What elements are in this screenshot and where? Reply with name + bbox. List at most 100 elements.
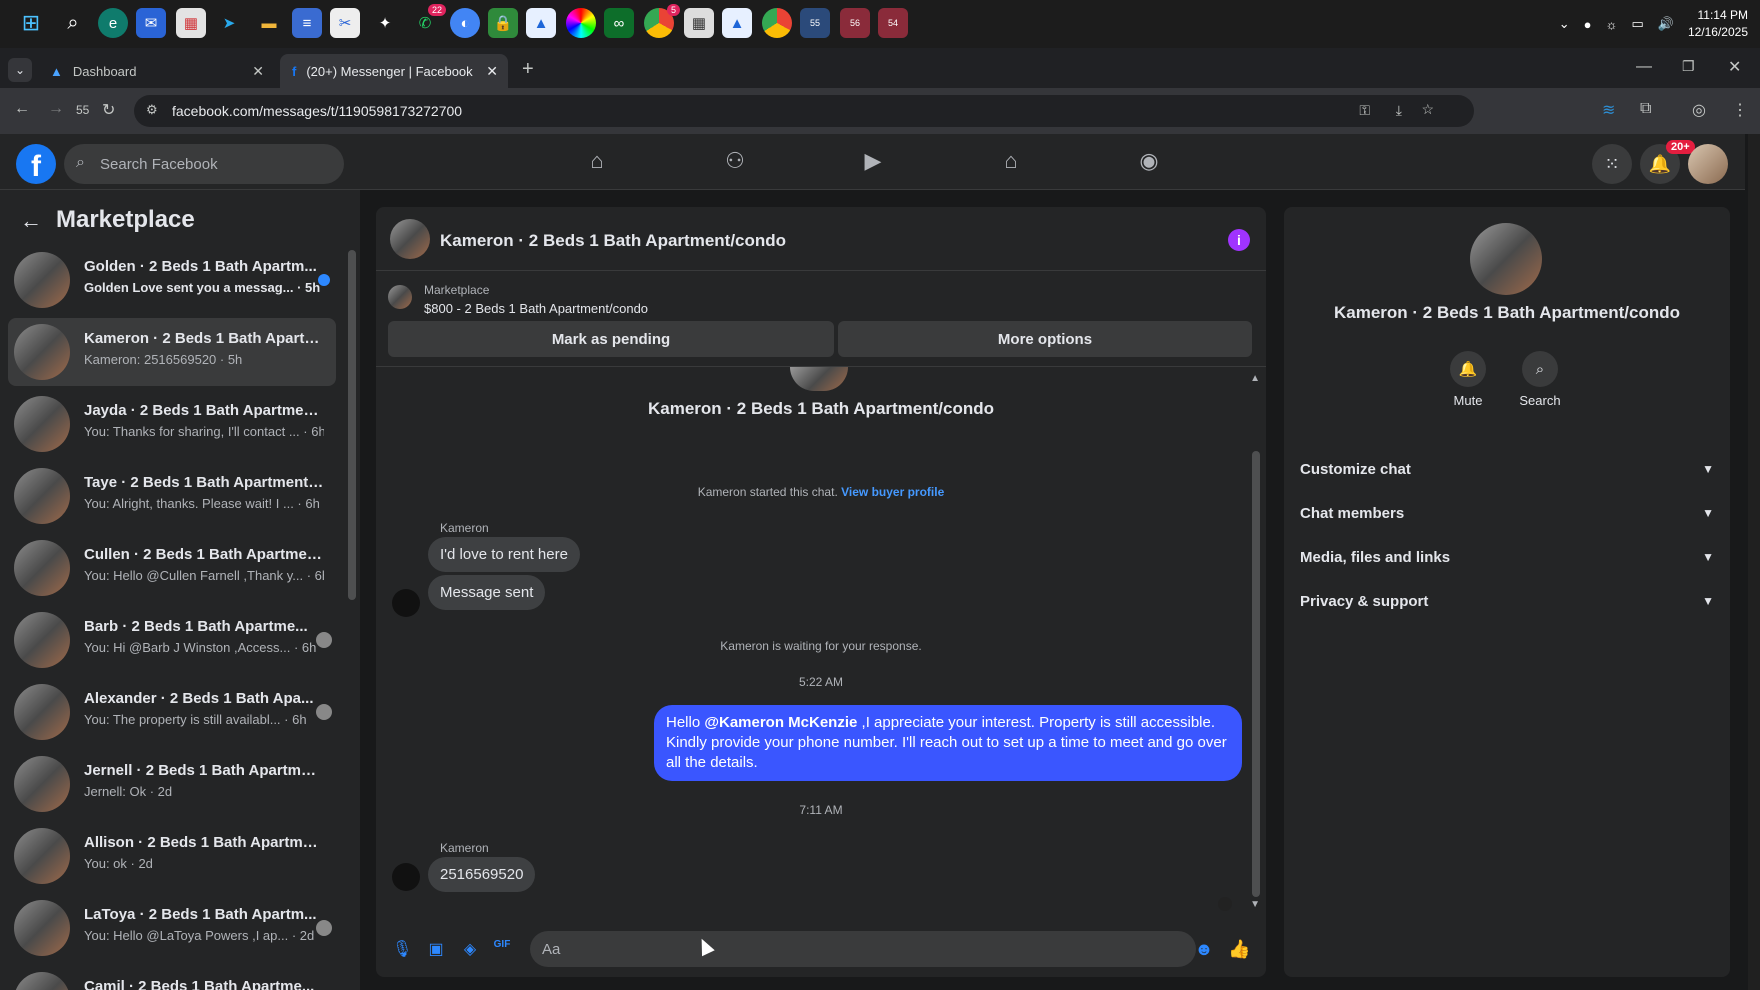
outgoing-message[interactable]: Hello @Kameron McKenzie ,I appreciate yo…: [654, 705, 1242, 781]
chat-title[interactable]: Kameron · 2 Beds 1 Bath Apartment/condo: [440, 231, 786, 251]
snipping-icon[interactable]: ✂: [330, 8, 360, 38]
notifications-icon[interactable]: 🔔 20+: [1640, 140, 1695, 184]
page-scrollbar[interactable]: [1748, 134, 1760, 990]
notepad-icon[interactable]: ≡: [292, 8, 322, 38]
privacy-support-row[interactable]: Privacy & support ▼: [1300, 581, 1714, 621]
chrome-icon[interactable]: 5: [644, 4, 680, 38]
more-options-button[interactable]: More options: [838, 321, 1252, 357]
tab-search-icon[interactable]: ⌄: [8, 58, 32, 82]
clock[interactable]: 11:14 PM 12/16/2025: [1688, 7, 1748, 41]
customize-chat-row[interactable]: Customize chat ▼: [1300, 449, 1714, 489]
sticker-icon[interactable]: ◈: [460, 939, 480, 959]
lock-app-icon[interactable]: 🔒: [488, 8, 518, 38]
conversation-item[interactable]: Cullen · 2 Beds 1 Bath Apartmen... You: H…: [8, 534, 336, 602]
emoji-icon[interactable]: ☻: [1194, 939, 1214, 959]
search-icon[interactable]: ⌕: [58, 8, 88, 38]
incoming-message[interactable]: Message sent: [428, 575, 546, 610]
menu-grid-icon[interactable]: ⁙: [1592, 144, 1632, 184]
conversation-item[interactable]: LaToya · 2 Beds 1 Bath Apartm... You: Hel…: [8, 894, 336, 962]
gif-icon[interactable]: GIF: [492, 939, 512, 959]
chat-members-row[interactable]: Chat members ▼: [1300, 493, 1714, 533]
microphone-icon[interactable]: 🎙: [392, 939, 412, 959]
conversation-item[interactable]: Jernell · 2 Beds 1 Bath Apartmen... Jerne…: [8, 750, 336, 818]
thumbs-up-icon[interactable]: 👍: [1228, 939, 1250, 959]
windows-start-icon[interactable]: ⊞: [16, 8, 46, 38]
store-icon[interactable]: ▦: [176, 8, 206, 38]
app-icon[interactable]: ✦: [370, 8, 400, 38]
color-wheel-icon[interactable]: [566, 8, 596, 38]
view-buyer-profile-link[interactable]: View buyer profile: [841, 485, 944, 499]
restore-icon[interactable]: ❐: [1682, 58, 1695, 75]
conversation-item[interactable]: Barb · 2 Beds 1 Bath Apartme... You: Hi @…: [8, 606, 336, 674]
google-app-icon[interactable]: ◐: [450, 8, 480, 38]
chevron-up-icon[interactable]: ⌄: [1559, 16, 1570, 32]
close-window-icon[interactable]: ✕: [1728, 57, 1741, 77]
calculator-icon[interactable]: ▦: [684, 8, 714, 38]
incoming-message[interactable]: 2516569520: [428, 857, 536, 892]
app-window-56-icon[interactable]: 56: [840, 8, 870, 38]
sidebar-scrollbar[interactable]: [348, 250, 356, 600]
sender-avatar[interactable]: [392, 589, 420, 617]
url-field[interactable]: ⚙ facebook.com/messages/t/11905981732727…: [134, 95, 1474, 127]
menu-icon[interactable]: ⋮: [1732, 100, 1748, 120]
site-info-icon[interactable]: ⚙: [146, 102, 158, 118]
scroll-up-icon[interactable]: ▲: [1250, 373, 1260, 384]
chrome-icon-2[interactable]: [762, 8, 792, 38]
install-icon[interactable]: ⤓: [1396, 102, 1402, 119]
conversation-item[interactable]: Allison · 2 Beds 1 Bath Apartmen... You: …: [8, 822, 336, 890]
message-input[interactable]: [530, 931, 1196, 967]
search-button[interactable]: ⌕ Search: [1510, 351, 1570, 408]
close-tab-icon[interactable]: ✕: [252, 63, 264, 80]
security-icon[interactable]: ●: [1584, 17, 1592, 32]
conversation-item[interactable]: Jayda · 2 Beds 1 Bath Apartment... You: T…: [8, 390, 336, 458]
app-window-55-icon[interactable]: 55: [800, 8, 830, 38]
mark-pending-button[interactable]: Mark as pending: [388, 321, 834, 357]
back-arrow-icon[interactable]: ←: [20, 208, 42, 234]
extensions-icon[interactable]: ⧉: [1640, 100, 1651, 118]
star-icon[interactable]: ☆: [1421, 101, 1434, 118]
close-tab-icon[interactable]: ✕: [486, 63, 498, 80]
facebook-search-input[interactable]: ⌕ Search Facebook: [64, 144, 344, 184]
incoming-message[interactable]: I'd love to rent here: [428, 537, 580, 572]
profile-icon[interactable]: ◎: [1692, 100, 1706, 120]
chat-scrollbar[interactable]: [1252, 451, 1260, 897]
profile-avatar[interactable]: [1470, 223, 1542, 295]
new-tab-icon[interactable]: +: [522, 58, 534, 81]
display-icon[interactable]: ▭: [1631, 16, 1643, 32]
mention[interactable]: @Kameron McKenzie: [704, 714, 857, 731]
media-files-row[interactable]: Media, files and links ▼: [1300, 537, 1714, 577]
home-icon[interactable]: ⌂: [582, 148, 612, 176]
scroll-down-icon[interactable]: ▼: [1250, 899, 1260, 910]
brightness-icon[interactable]: ☼: [1606, 17, 1618, 32]
reload-icon[interactable]: ↻: [102, 100, 115, 120]
volume-icon[interactable]: 🔊: [1658, 16, 1674, 32]
info-icon[interactable]: i: [1228, 229, 1250, 251]
folder-icon[interactable]: ▬: [254, 8, 284, 38]
image-icon[interactable]: ▣: [426, 939, 446, 959]
sail-icon-2[interactable]: ▲: [722, 8, 752, 38]
conversation-item[interactable]: Camil · 2 Beds 1 Bath Apartme...: [8, 966, 336, 990]
sender-avatar[interactable]: [392, 863, 420, 891]
edge-icon[interactable]: e: [98, 8, 128, 38]
sail-icon[interactable]: ▲: [526, 8, 556, 38]
whatsapp-icon[interactable]: ✆ 22: [410, 4, 446, 38]
password-key-icon[interactable]: ⚿: [1359, 102, 1370, 119]
listing-title[interactable]: $800 - 2 Beds 1 Bath Apartment/condo: [424, 301, 648, 316]
conversation-item[interactable]: Kameron · 2 Beds 1 Bath Apartm... Kameron…: [8, 318, 336, 386]
forward-icon[interactable]: →: [48, 100, 64, 118]
marketplace-icon[interactable]: ⌂: [996, 148, 1026, 176]
conversation-item[interactable]: Golden · 2 Beds 1 Bath Apartm... Golden L…: [8, 246, 336, 314]
account-avatar[interactable]: [1688, 144, 1728, 184]
video-icon[interactable]: ▶: [858, 148, 888, 176]
extension-sail-icon[interactable]: ≋: [1602, 100, 1615, 120]
chat-avatar[interactable]: [390, 219, 430, 259]
telegram-icon[interactable]: ➤: [214, 8, 244, 38]
outlook-icon[interactable]: ✉: [136, 8, 166, 38]
facebook-logo-icon[interactable]: f: [16, 144, 56, 184]
back-icon[interactable]: ←: [14, 100, 30, 118]
infinity-icon[interactable]: ∞: [604, 8, 634, 38]
tab-dashboard[interactable]: ▲ Dashboard ✕: [38, 54, 274, 88]
conversation-item[interactable]: Alexander · 2 Beds 1 Bath Apa... You: The…: [8, 678, 336, 746]
groups-icon[interactable]: ◉: [1134, 148, 1164, 176]
conversation-item[interactable]: Taye · 2 Beds 1 Bath Apartment/... You: A…: [8, 462, 336, 530]
